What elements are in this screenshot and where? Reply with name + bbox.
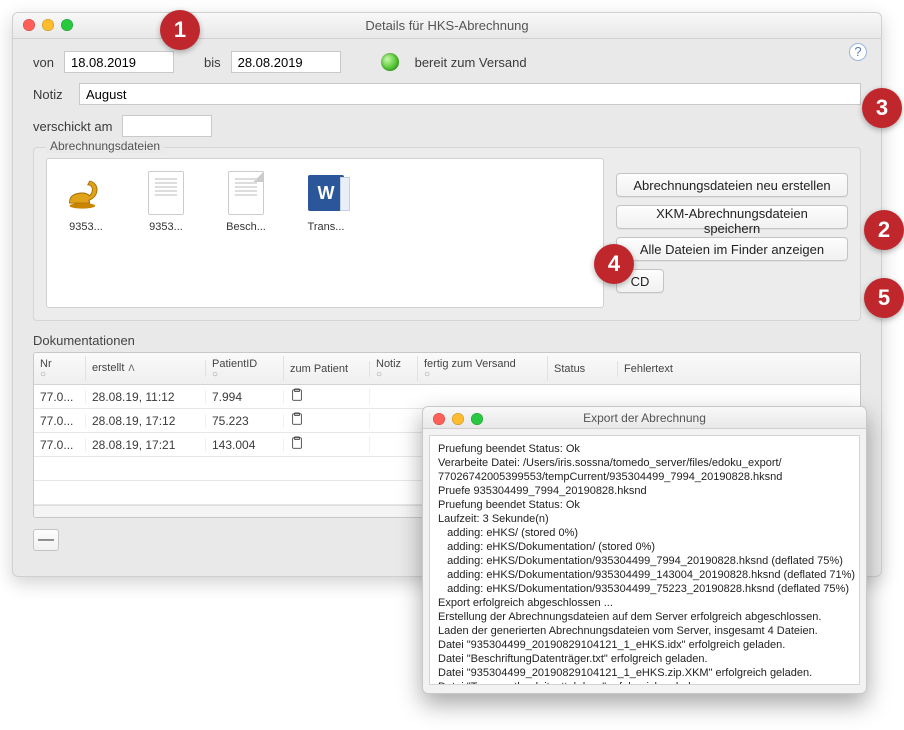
close-icon[interactable] <box>23 19 35 31</box>
clipboard-icon[interactable] <box>284 388 370 405</box>
help-icon[interactable]: ? <box>849 43 867 61</box>
file-action-buttons: Abrechnungsdateien neu erstellen XKM-Abr… <box>616 158 848 308</box>
file-item[interactable]: W Trans... <box>297 169 355 233</box>
col-status[interactable]: Status <box>548 361 618 377</box>
docs-label: Dokumentationen <box>33 333 861 348</box>
close-icon[interactable] <box>433 413 445 425</box>
verschickt-input[interactable] <box>122 115 212 137</box>
export-log[interactable]: Pruefung beendet Status: Ok Verarbeite D… <box>429 435 860 685</box>
traffic-lights <box>23 19 73 31</box>
verschickt-label: verschickt am <box>33 119 112 134</box>
export-traffic-lights <box>433 413 483 425</box>
save-xkm-button[interactable]: XKM-Abrechnungsdateien speichern <box>616 205 848 229</box>
regenerate-files-button[interactable]: Abrechnungsdateien neu erstellen <box>616 173 848 197</box>
document-icon <box>144 169 188 217</box>
text-document-icon <box>224 169 268 217</box>
col-fertig[interactable]: fertig zum Versand○ <box>418 356 548 381</box>
table-header: Nr○ erstelltᐱ PatientID○ zum Patient Not… <box>34 353 860 385</box>
export-titlebar: Export der Abrechnung <box>423 407 866 429</box>
col-patientid[interactable]: PatientID○ <box>206 356 284 381</box>
clipboard-icon[interactable] <box>284 436 370 453</box>
von-input[interactable] <box>64 51 174 73</box>
file-well[interactable]: 9353... 9353... Besch... W Trans... <box>46 158 604 308</box>
bis-label: bis <box>204 55 221 70</box>
col-notiz[interactable]: Notiz○ <box>370 356 418 381</box>
genie-lamp-icon <box>64 169 108 217</box>
window-title: Details für HKS-Abrechnung <box>13 18 881 33</box>
notiz-label: Notiz <box>33 87 69 102</box>
export-window-title: Export der Abrechnung <box>423 411 866 425</box>
annotation-badge-4: 4 <box>594 244 634 284</box>
annotation-badge-5: 5 <box>864 278 904 318</box>
col-nr[interactable]: Nr○ <box>34 356 86 381</box>
zoom-icon[interactable] <box>61 19 73 31</box>
file-item[interactable]: 9353... <box>57 169 115 233</box>
von-label: von <box>33 55 54 70</box>
zoom-icon[interactable] <box>471 413 483 425</box>
files-group-label: Abrechnungsdateien <box>46 139 164 153</box>
show-in-finder-button[interactable]: Alle Dateien im Finder anzeigen <box>616 237 848 261</box>
minimize-icon[interactable] <box>452 413 464 425</box>
col-fehlertext[interactable]: Fehlertext <box>618 361 860 377</box>
export-window: Export der Abrechnung Pruefung beendet S… <box>422 406 867 694</box>
annotation-badge-1: 1 <box>160 10 200 50</box>
remove-button[interactable]: — <box>33 529 59 551</box>
titlebar: Details für HKS-Abrechnung <box>13 13 881 39</box>
bis-input[interactable] <box>231 51 341 73</box>
notiz-input[interactable] <box>79 83 861 105</box>
file-item[interactable]: Besch... <box>217 169 275 233</box>
col-zumpatient[interactable]: zum Patient <box>284 361 370 377</box>
minimize-icon[interactable] <box>42 19 54 31</box>
file-item[interactable]: 9353... <box>137 169 195 233</box>
col-erstellt[interactable]: erstelltᐱ <box>86 360 206 377</box>
status-lamp-icon <box>381 53 399 71</box>
clipboard-icon[interactable] <box>284 412 370 429</box>
status-text: bereit zum Versand <box>415 55 527 70</box>
word-icon: W <box>304 169 348 217</box>
sort-asc-icon: ᐱ <box>128 363 134 374</box>
annotation-badge-3: 3 <box>862 88 902 128</box>
annotation-badge-2: 2 <box>864 210 904 250</box>
files-group: Abrechnungsdateien 9353... 9353... <box>33 147 861 321</box>
